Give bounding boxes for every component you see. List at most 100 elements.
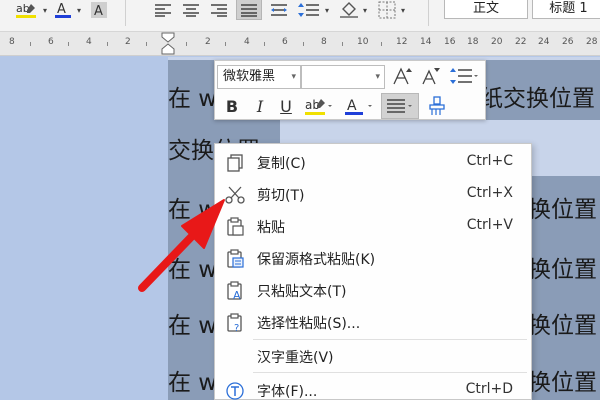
align-center-button[interactable] [180,0,202,20]
ruler-number: 20 [491,37,503,47]
menu-item-label: 粘贴 [257,220,285,236]
ruler-tick [342,42,343,46]
line-text-right: 换位置 [528,197,597,223]
ribbon-separator [428,0,429,26]
ruler-number: 6 [282,37,288,47]
line-text-left: 在 w [168,197,218,223]
shrink-font-button[interactable] [419,65,443,87]
grow-font-button[interactable] [391,65,415,87]
line-spacing-icon [298,3,319,17]
ruler-tick [30,42,31,46]
menu-separator [253,372,527,373]
menu-item-paste-text-only[interactable]: A 只粘贴文本(T) [215,274,531,306]
ruler-number: 14 [420,37,432,47]
menu-item-label: 选择性粘贴(S)... [257,316,361,332]
align-right-icon [211,4,227,17]
style-heading-1[interactable]: 标题 1 [532,0,600,19]
mini-toolbar: 微软雅黑 ▾ ▾ B I U ab A [214,60,486,120]
font-color-button[interactable]: A [52,0,74,20]
bold-button[interactable]: B [221,95,243,117]
highlight-button[interactable]: ab [14,0,40,20]
menu-item-cut[interactable]: 剪切(T) Ctrl+X [215,178,531,210]
line-spacing-icon [450,68,478,84]
underline-button[interactable]: U [275,95,297,117]
svg-text:A: A [233,289,241,301]
paint-bucket-icon [340,2,358,18]
line-text-left: 在 w [168,370,218,396]
highlight-icon: ab [16,2,36,18]
chevron-down-icon[interactable]: ▾ [291,66,296,88]
menu-item-paste[interactable]: 粘贴 Ctrl+V [215,210,531,242]
justify-button[interactable] [381,93,419,119]
document-line: 在 w 纸交换位置 [168,79,595,113]
menu-item-paste-special[interactable]: ? 选择性粘贴(S)... [215,306,531,338]
font-color-icon: A [55,2,71,18]
ruler-tick [303,42,304,46]
justify-icon [387,99,412,113]
align-center-icon [183,4,199,17]
ribbon-separator [125,0,126,26]
ruler-number: 12 [396,37,408,47]
line-spacing-dropdown[interactable]: ▾ [322,0,332,20]
grow-font-icon [393,67,412,85]
shading-button[interactable] [338,0,360,20]
font-name-combobox[interactable]: 微软雅黑 ▾ [217,65,301,89]
menu-item-shortcut: Ctrl+C [466,153,513,169]
ruler-number: 2 [205,37,211,47]
font-size-combobox[interactable]: ▾ [301,65,385,89]
menu-item-reselect-hanzi[interactable]: 汉字重选(V) [215,340,531,372]
line-text-left: 在 w [168,257,218,283]
ruler-number: 2 [125,37,131,47]
distributed-align-button[interactable] [268,0,290,20]
paste-icon [227,217,244,236]
indent-marker-icon[interactable] [161,32,175,56]
menu-item-shortcut: Ctrl+D [465,381,513,397]
char-shading-icon: A [91,2,107,19]
ribbon: ab ▾ A ▾ A ▾ ▾ ▾ 正文 标题 1 [0,0,600,32]
justify-button[interactable] [236,0,262,20]
font-name-value: 微软雅黑 [223,69,276,84]
format-painter-button[interactable] [425,95,449,117]
borders-icon [378,1,396,19]
ruler-tick [225,42,226,46]
shading-dropdown[interactable]: ▾ [360,0,370,20]
context-menu: 复制(C) Ctrl+C 剪切(T) Ctrl+X 粘贴 Ctrl+V 保留源格… [214,143,532,400]
font-icon [226,382,244,400]
menu-item-copy[interactable]: 复制(C) Ctrl+C [215,146,531,178]
line-text-left: 在 w [168,86,218,112]
italic-button[interactable]: I [249,95,271,117]
document-line: 在 w 换位置 [168,363,597,397]
font-color-dropdown[interactable]: ▾ [74,0,84,20]
highlight-dropdown[interactable]: ▾ [40,0,50,20]
style-normal[interactable]: 正文 [444,0,528,19]
ruler[interactable]: 8 6 4 2 2 4 6 8 10 12 14 16 18 20 22 24 … [0,32,600,56]
ruler-number: 22 [515,37,527,47]
menu-item-label: 剪切(T) [257,188,305,204]
font-color-button[interactable]: A [343,95,375,117]
ruler-number: 26 [562,37,574,47]
ruler-number: 24 [538,37,550,47]
line-text-right: 换位置 [528,370,597,396]
svg-text:?: ? [234,323,239,333]
align-left-button[interactable] [152,0,174,20]
menu-item-label: 只粘贴文本(T) [257,284,347,300]
char-shading-button[interactable]: A [88,0,110,20]
shrink-font-icon [422,68,440,85]
menu-item-shortcut: Ctrl+V [466,217,513,233]
ruler-number: 10 [357,37,369,47]
borders-dropdown[interactable]: ▾ [398,0,408,20]
scissors-icon [225,186,245,204]
borders-button[interactable] [376,0,398,20]
highlight-button[interactable]: ab [303,95,335,117]
line-spacing-button[interactable] [296,0,322,20]
menu-item-paste-keep-format[interactable]: 保留源格式粘贴(K) [215,242,531,274]
chevron-down-icon[interactable]: ▾ [375,66,380,88]
align-right-button[interactable] [208,0,230,20]
svg-text:A: A [57,2,66,17]
line-spacing-button[interactable] [447,65,481,87]
menu-item-label: 复制(C) [257,156,306,172]
menu-item-font[interactable]: 字体(F)... Ctrl+D [215,374,531,400]
highlight-icon: ab [305,98,332,115]
ruler-tick [68,42,69,46]
ruler-number: 28 [586,37,598,47]
